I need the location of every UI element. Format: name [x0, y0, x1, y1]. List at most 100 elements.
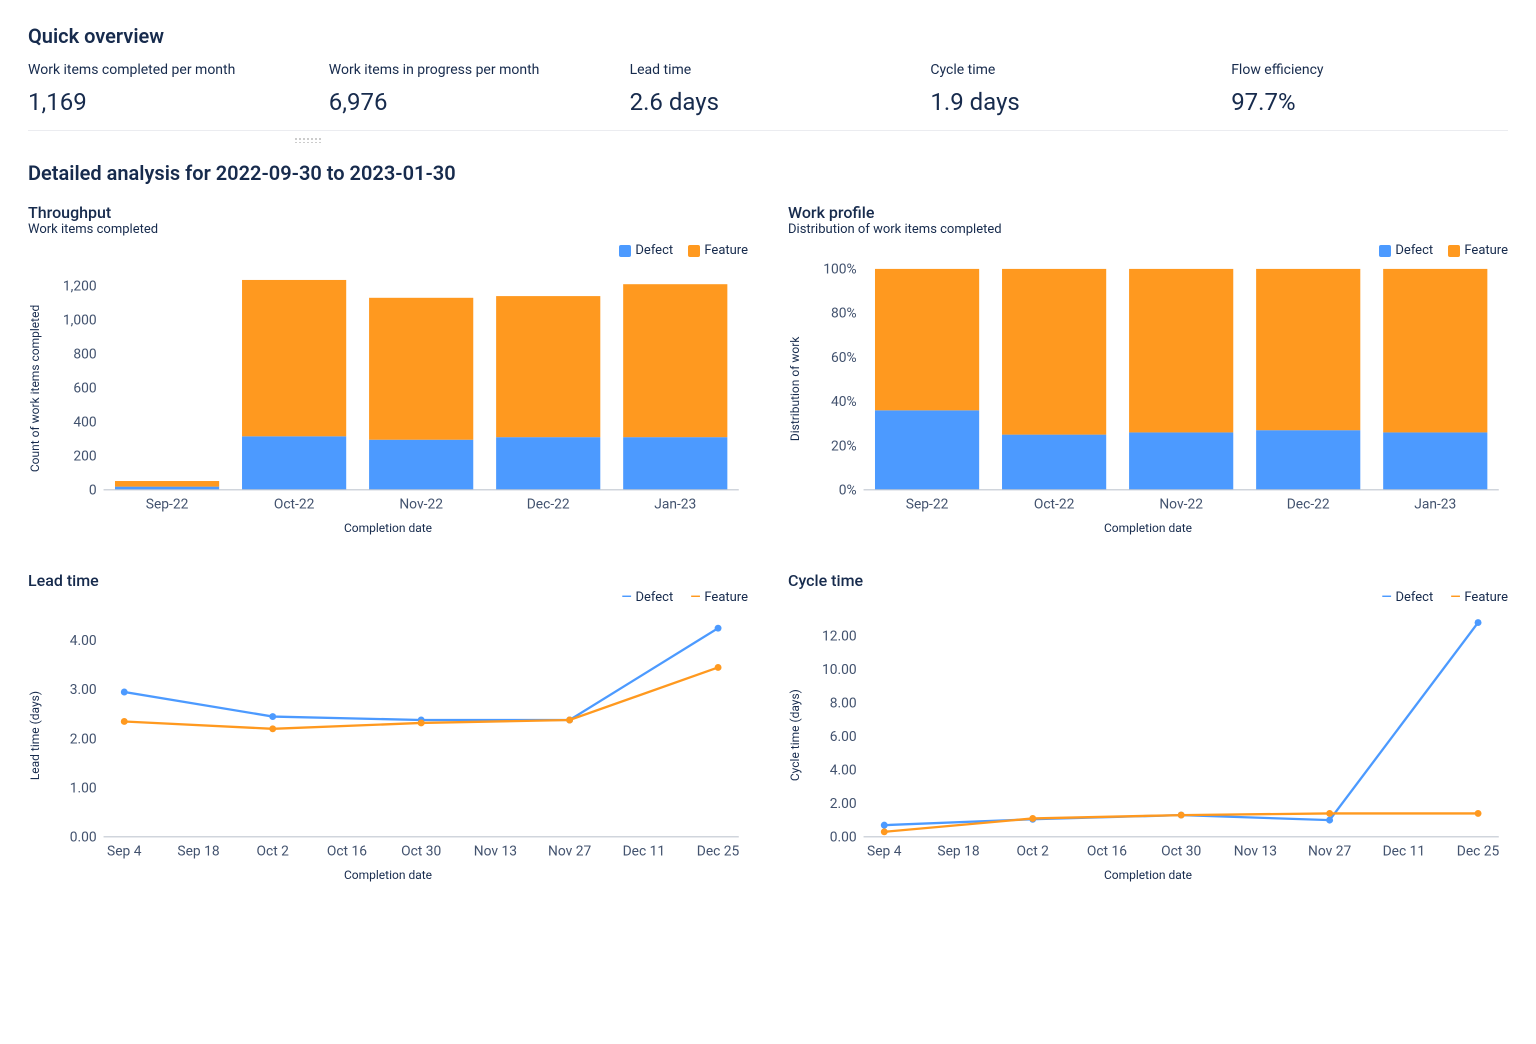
svg-text:Jan-23: Jan-23: [1414, 496, 1456, 512]
svg-text:Sep 18: Sep 18: [177, 843, 219, 859]
overview-metrics: Work items completed per month 1,169 Wor…: [28, 62, 1508, 116]
svg-text:600: 600: [73, 380, 96, 396]
metric-label: Work items completed per month: [28, 62, 305, 78]
svg-text:Sep 4: Sep 4: [107, 843, 142, 859]
svg-text:4.00: 4.00: [70, 633, 97, 649]
swatch-feature-icon: [688, 245, 700, 257]
legend-feature: Feature: [704, 590, 748, 605]
overview-title: Quick overview: [28, 24, 1508, 48]
svg-text:0.00: 0.00: [70, 830, 97, 846]
svg-text:20%: 20%: [831, 438, 857, 454]
chart-throughput: Throughput Work items completed Defect F…: [28, 203, 748, 535]
svg-text:0%: 0%: [839, 482, 857, 498]
svg-text:Sep 4: Sep 4: [867, 843, 902, 859]
svg-text:Oct 16: Oct 16: [1087, 843, 1127, 859]
svg-text:Sep 18: Sep 18: [937, 843, 979, 859]
svg-text:Sep-22: Sep-22: [146, 496, 189, 512]
metric-label: Lead time: [630, 62, 907, 78]
svg-text:200: 200: [73, 448, 96, 464]
detailed-title: Detailed analysis for 2022-09-30 to 2023…: [28, 161, 1508, 185]
chart-subtitle: Distribution of work items completed: [788, 222, 1508, 237]
metric-value: 1,169: [28, 88, 305, 116]
svg-text:0: 0: [89, 482, 97, 498]
x-axis-label: Completion date: [788, 521, 1508, 535]
chart-title: Lead time: [28, 571, 748, 590]
swatch-defect-icon: [619, 245, 631, 257]
chart-canvas: 0.002.004.006.008.0010.0012.00Sep 4Sep 1…: [806, 609, 1508, 862]
svg-text:Oct 30: Oct 30: [401, 843, 441, 859]
svg-text:1,000: 1,000: [63, 312, 97, 328]
drag-handle-icon[interactable]: [294, 137, 322, 143]
chart-canvas: 0%20%40%60%80%100%Sep-22Oct-22Nov-22Dec-…: [806, 262, 1508, 515]
svg-text:Dec 11: Dec 11: [1383, 843, 1426, 859]
svg-text:Dec 25: Dec 25: [1457, 843, 1500, 859]
svg-text:80%: 80%: [831, 306, 857, 322]
y-axis-label: Count of work items completed: [28, 262, 42, 515]
svg-text:6.00: 6.00: [830, 729, 857, 745]
chart-subtitle: Work items completed: [28, 222, 748, 237]
x-axis-label: Completion date: [788, 868, 1508, 882]
metric-flowefficiency: Flow efficiency 97.7%: [1231, 62, 1508, 116]
svg-text:Jan-23: Jan-23: [654, 496, 696, 512]
metric-value: 6,976: [329, 88, 606, 116]
svg-text:800: 800: [73, 346, 96, 362]
svg-text:100%: 100%: [823, 262, 856, 278]
chart-leadtime: Lead time —Defect —Feature Lead time (da…: [28, 571, 748, 882]
legend-feature: Feature: [1464, 243, 1508, 258]
metric-value: 97.7%: [1231, 88, 1508, 116]
chart-title: Throughput: [28, 203, 748, 222]
legend-defect: Defect: [1395, 590, 1433, 605]
svg-text:Nov 13: Nov 13: [1234, 843, 1277, 859]
x-axis-label: Completion date: [28, 868, 748, 882]
metric-leadtime: Lead time 2.6 days: [630, 62, 907, 116]
svg-text:Nov 27: Nov 27: [1308, 843, 1351, 859]
legend-defect: Defect: [1395, 243, 1433, 258]
legend-feature: Feature: [704, 243, 748, 258]
svg-text:Oct 2: Oct 2: [1017, 843, 1050, 859]
metric-label: Work items in progress per month: [329, 62, 606, 78]
svg-text:Dec 11: Dec 11: [623, 843, 666, 859]
metric-label: Flow efficiency: [1231, 62, 1508, 78]
chart-canvas: 0.00 1.00 2.00 3.00 4.00 Sep 4 Sep 18 Oct 2 Oct …: [46, 609, 748, 862]
x-axis-label: Completion date: [28, 521, 748, 535]
svg-text:60%: 60%: [831, 350, 857, 366]
y-axis-label: Lead time (days): [28, 609, 42, 862]
chart-legend: —Defect —Feature: [28, 590, 748, 605]
chart-legend: Defect Feature: [28, 243, 748, 258]
svg-text:Nov 27: Nov 27: [548, 843, 591, 859]
metric-completed: Work items completed per month 1,169: [28, 62, 305, 116]
chart-cycletime: Cycle time —Defect —Feature Cycle time (…: [788, 571, 1508, 882]
chart-canvas: 02004006008001,0001,200Sep-22Oct-22Nov-2…: [46, 262, 748, 515]
legend-defect: Defect: [635, 590, 673, 605]
svg-text:4.00: 4.00: [830, 763, 857, 779]
svg-text:Oct 30: Oct 30: [1161, 843, 1201, 859]
divider: [28, 130, 1508, 131]
svg-text:Oct 2: Oct 2: [257, 843, 290, 859]
svg-text:400: 400: [73, 414, 96, 430]
chart-workprofile: Work profile Distribution of work items …: [788, 203, 1508, 535]
svg-text:Oct-22: Oct-22: [1034, 496, 1075, 512]
metric-cycletime: Cycle time 1.9 days: [930, 62, 1207, 116]
svg-text:Dec-22: Dec-22: [527, 496, 570, 512]
svg-text:2.00: 2.00: [70, 731, 97, 747]
svg-text:0.00: 0.00: [830, 830, 857, 846]
metric-label: Cycle time: [930, 62, 1207, 78]
svg-text:40%: 40%: [831, 394, 857, 410]
svg-text:Oct 16: Oct 16: [327, 843, 367, 859]
legend-defect: Defect: [635, 243, 673, 258]
swatch-feature-icon: [1448, 245, 1460, 257]
svg-text:Dec 25: Dec 25: [697, 843, 740, 859]
metric-value: 1.9 days: [930, 88, 1207, 116]
swatch-defect-icon: [1379, 245, 1391, 257]
svg-text:8.00: 8.00: [830, 696, 857, 712]
svg-text:1,200: 1,200: [63, 279, 97, 295]
y-axis-label: Cycle time (days): [788, 609, 802, 862]
chart-legend: —Defect —Feature: [788, 590, 1508, 605]
svg-text:1.00: 1.00: [70, 781, 97, 797]
svg-text:10.00: 10.00: [822, 662, 857, 678]
chart-title: Work profile: [788, 203, 1508, 222]
svg-text:Nov-22: Nov-22: [1159, 496, 1203, 512]
y-axis-label: Distribution of work: [788, 262, 802, 515]
svg-text:3.00: 3.00: [70, 682, 97, 698]
svg-text:Oct-22: Oct-22: [274, 496, 315, 512]
